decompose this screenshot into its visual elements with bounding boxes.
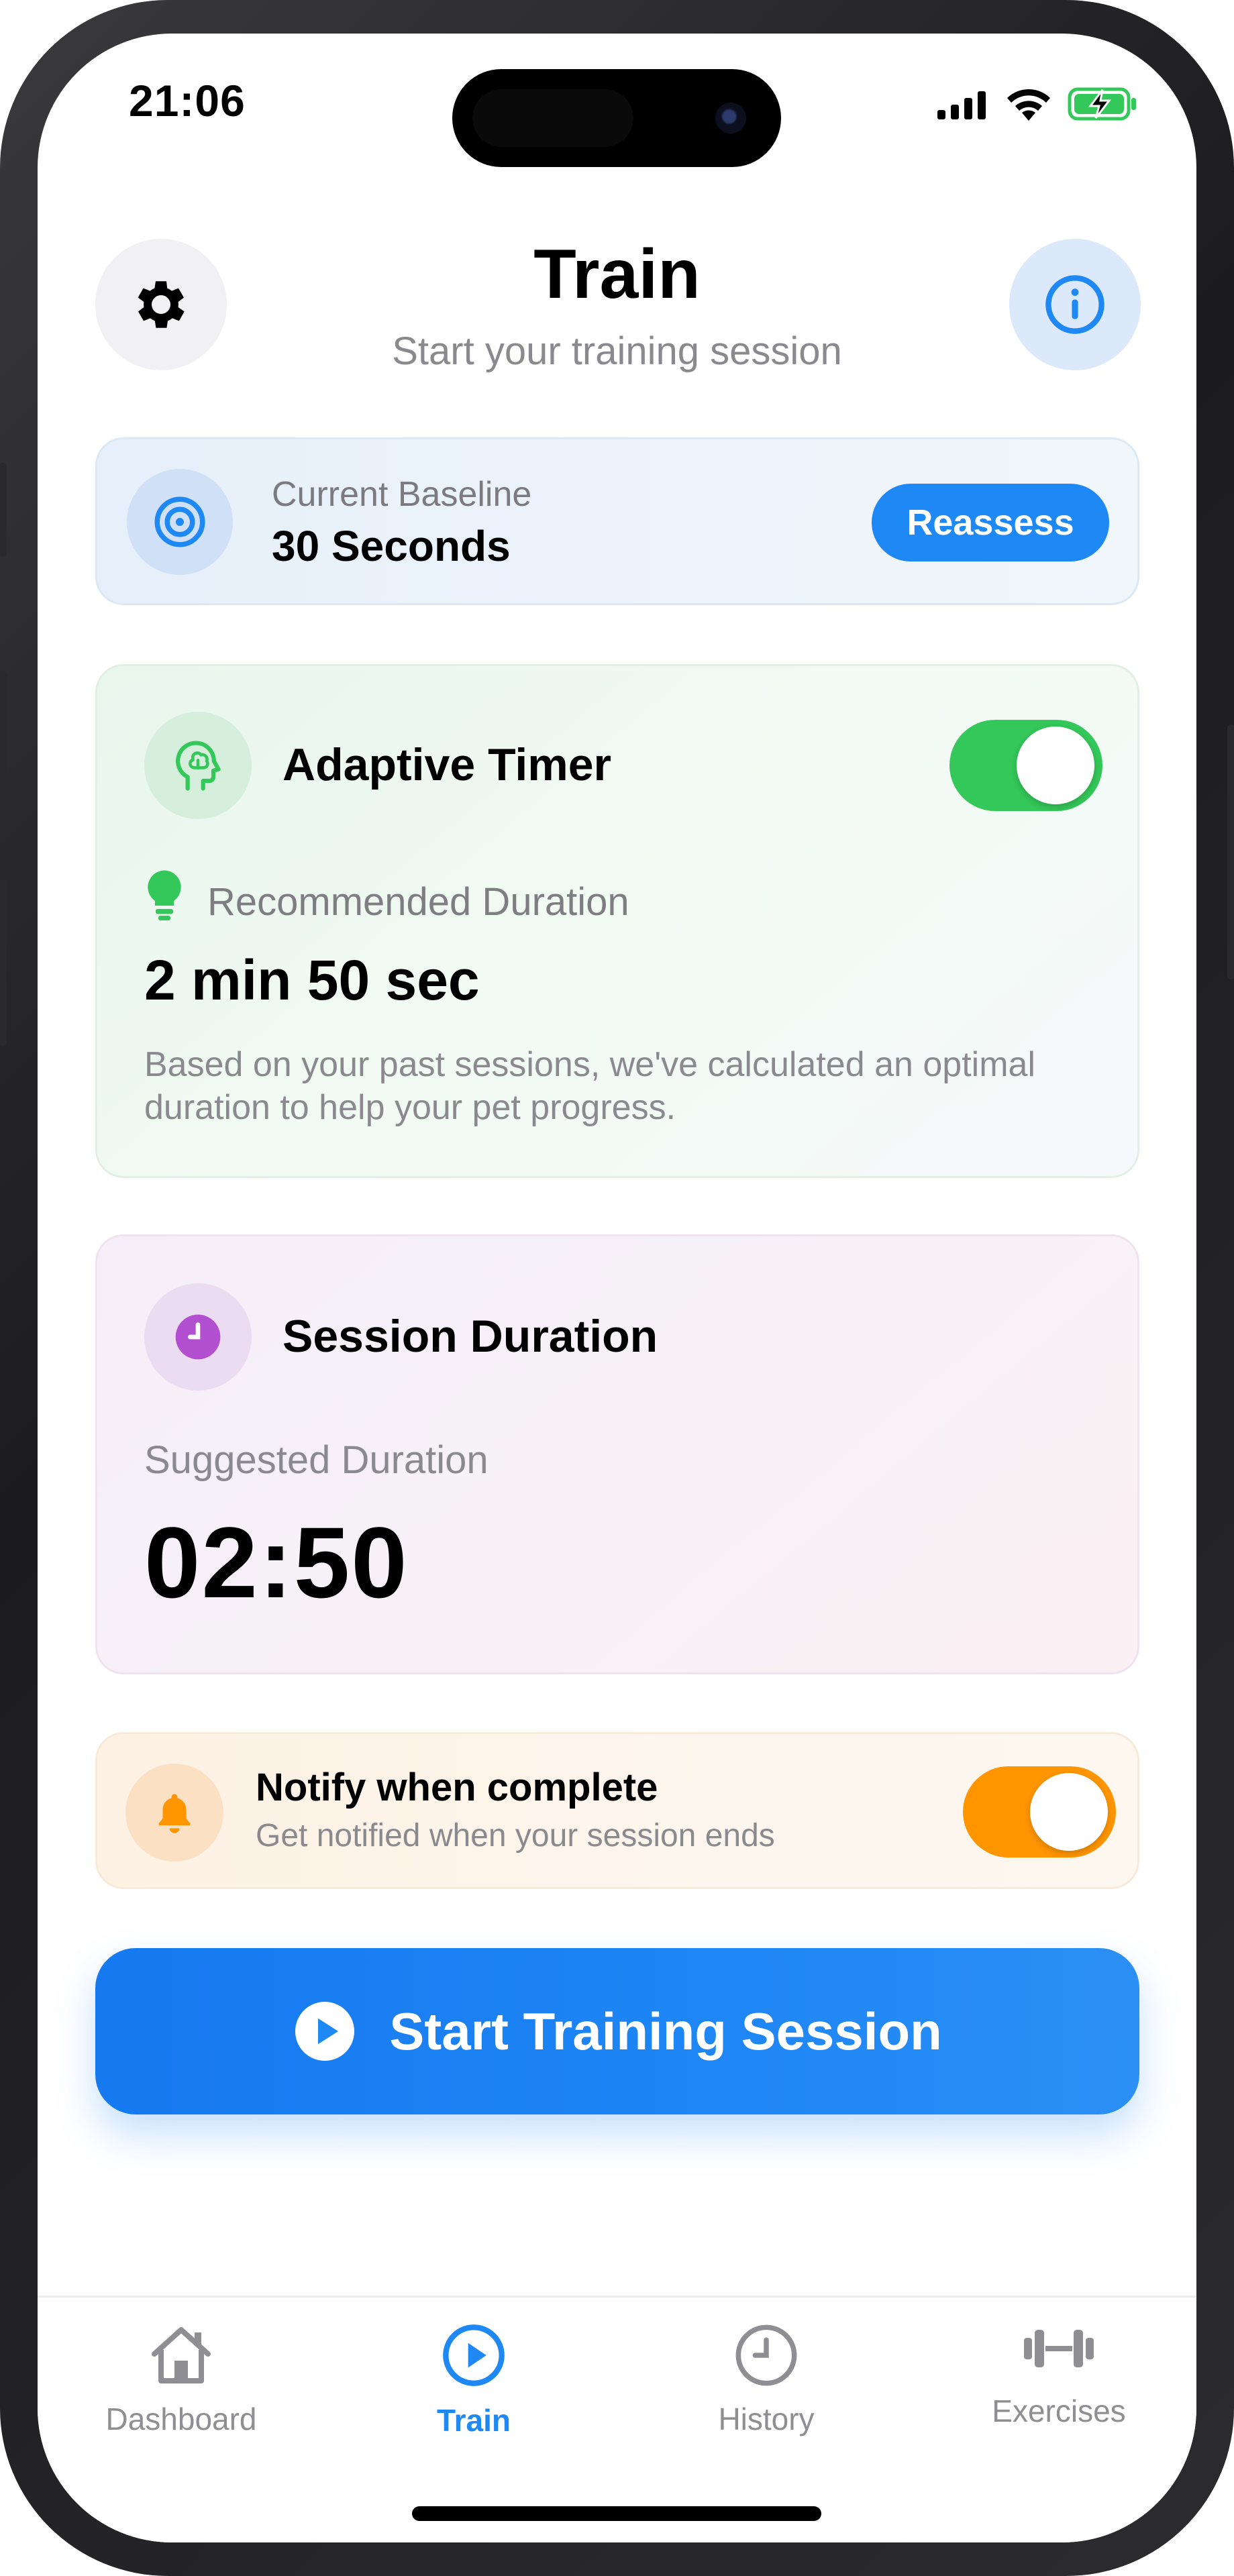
recommended-duration-value: 2 min 50 sec xyxy=(144,949,480,1012)
play-circle-icon xyxy=(443,2324,505,2386)
recommended-duration-label: Recommended Duration xyxy=(207,880,629,924)
session-duration-title: Session Duration xyxy=(282,1311,658,1362)
tab-bar: Dashboard Train History Exercises xyxy=(38,2296,1196,2542)
tab-icon-wrap xyxy=(373,2322,574,2389)
notify-title: Notify when complete xyxy=(256,1766,658,1809)
suggested-duration-label: Suggested Duration xyxy=(144,1438,489,1482)
adaptive-icon-wrap xyxy=(144,712,252,819)
bell-icon xyxy=(158,1794,191,1833)
status-time: 21:06 xyxy=(129,76,246,125)
baseline-value: 30 Seconds xyxy=(272,522,511,570)
info-icon xyxy=(1045,275,1104,334)
adaptive-timer-title: Adaptive Timer xyxy=(282,739,612,790)
tab-icon-wrap xyxy=(958,2322,1160,2375)
clock-icon xyxy=(175,1314,221,1360)
brain-head-icon xyxy=(176,741,221,791)
baseline-label: Current Baseline xyxy=(272,475,532,514)
power-button xyxy=(1227,724,1234,979)
toggle-knob xyxy=(1017,727,1094,804)
lightbulb-icon xyxy=(148,870,181,920)
notify-subtitle: Get notified when your session ends xyxy=(256,1818,775,1854)
screen: 21:06 Train Start your training session … xyxy=(38,34,1196,2542)
suggested-duration-value[interactable]: 02:50 xyxy=(144,1505,409,1621)
tab-icon-wrap xyxy=(666,2322,867,2389)
volume-up-button xyxy=(0,671,7,839)
baseline-icon-wrap xyxy=(127,469,233,575)
start-training-button[interactable]: Start Training Session xyxy=(95,1948,1139,2114)
camera-icon xyxy=(715,103,746,133)
phone-frame: 21:06 Train Start your training session … xyxy=(0,0,1234,2576)
notify-toggle[interactable] xyxy=(963,1766,1116,1858)
recommended-duration-description: Based on your past sessions, we've calcu… xyxy=(144,1045,1036,1127)
wifi-icon xyxy=(1007,89,1050,121)
house-icon xyxy=(152,2327,211,2383)
notify-icon-wrap xyxy=(125,1764,223,1862)
start-training-label: Start Training Session xyxy=(389,2001,942,2061)
adaptive-timer-toggle[interactable] xyxy=(949,720,1102,811)
tab-icon-wrap xyxy=(81,2322,282,2389)
adaptive-timer-card: Adaptive Timer Recommended Duration 2 mi… xyxy=(95,664,1139,1178)
tab-exercises-label: Exercises xyxy=(992,2394,1126,2428)
tab-train-label: Train xyxy=(437,2403,511,2438)
target-icon xyxy=(154,496,205,547)
tab-dashboard[interactable]: Dashboard xyxy=(81,2298,282,2459)
sensor-area xyxy=(472,89,633,147)
tab-dashboard-label: Dashboard xyxy=(105,2402,257,2436)
info-button[interactable] xyxy=(1009,239,1141,370)
tab-exercises[interactable]: Exercises xyxy=(958,2298,1160,2459)
dumbbell-icon xyxy=(1024,2330,1094,2367)
tab-history-label: History xyxy=(718,2402,815,2436)
dynamic-island xyxy=(452,69,781,167)
toggle-knob xyxy=(1030,1773,1108,1851)
play-circle-icon xyxy=(295,2002,355,2061)
action-button xyxy=(0,463,7,557)
tab-train[interactable]: Train xyxy=(373,2298,574,2459)
home-indicator[interactable] xyxy=(412,2506,821,2521)
duration-icon-wrap xyxy=(144,1283,252,1391)
reassess-button[interactable]: Reassess xyxy=(872,484,1109,561)
session-duration-card: Session Duration Suggested Duration 02:5… xyxy=(95,1234,1139,1674)
notify-card: Notify when complete Get notified when y… xyxy=(95,1732,1139,1889)
tab-history[interactable]: History xyxy=(666,2298,867,2459)
baseline-card: Current Baseline 30 Seconds Reassess xyxy=(95,437,1139,605)
volume-down-button xyxy=(0,879,7,1046)
clock-icon xyxy=(735,2324,797,2386)
battery-charging-icon xyxy=(1068,87,1136,121)
cellular-signal-icon xyxy=(937,91,986,119)
status-icons xyxy=(937,82,1139,122)
